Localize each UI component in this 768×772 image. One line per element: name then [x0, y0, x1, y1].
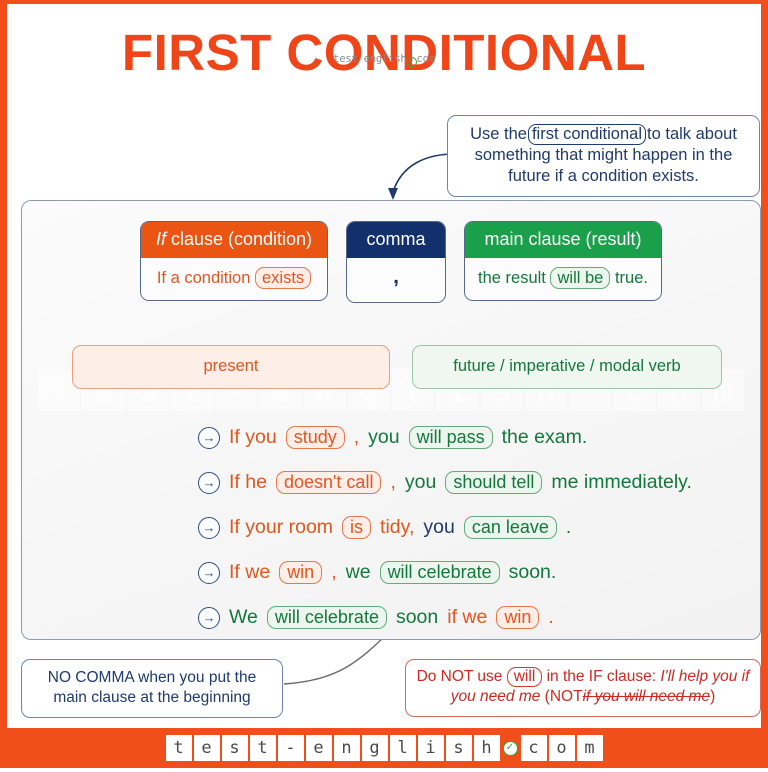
circle-arrow-right-icon: → — [198, 561, 220, 584]
callout-definition: Use the first conditional to talk about so… — [447, 115, 760, 198]
example-pill-condition: study — [285, 425, 345, 450]
if-clause-box: If clause (condition) If a condition exi… — [140, 221, 328, 302]
example-pill-condition: win — [496, 605, 540, 630]
example-pill-result: will celebrate — [379, 560, 500, 585]
example-text: you — [423, 516, 455, 538]
example-row: → If your room is tidy, you can leave. — [22, 505, 760, 550]
example-pill-result: should tell — [445, 470, 543, 495]
structure-row: If clause (condition) If a condition exi… — [140, 221, 662, 303]
tense-future-box: future / imperative / modal verb — [412, 345, 722, 389]
footer-letter-tile: e — [193, 735, 220, 761]
example-text: tidy, — [380, 516, 415, 538]
main-clause-verb-pill: will be — [550, 267, 611, 290]
example-text: , — [353, 426, 360, 448]
example-text: , — [390, 471, 396, 493]
comma-header: comma — [347, 222, 445, 258]
example-text: . — [548, 606, 554, 628]
circle-arrow-right-icon: → — [198, 426, 220, 449]
if-clause-header-rest: clause (condition) — [165, 229, 313, 249]
note-right-part1: Do NOT use — [416, 668, 503, 685]
footer-letter-tile: h — [473, 735, 500, 761]
main-clause-body-post: true. — [614, 269, 648, 287]
footer-letter-tile: n — [333, 735, 360, 761]
example-text: the exam. — [501, 426, 588, 448]
example-text: you — [368, 426, 400, 448]
example-pill-result: will celebrate — [266, 605, 387, 630]
infographic-poster: FIRST CONDITIONAL test-english ✓ com Use t… — [0, 0, 768, 768]
main-clause-box: main clause (result) the result will be … — [464, 221, 662, 302]
example-row: → If he doesn't call, you should tell me imme… — [22, 460, 760, 505]
example-text: If we — [229, 561, 271, 583]
circle-arrow-right-icon: → — [198, 471, 220, 494]
title-watermark: test-english ✓ com — [7, 53, 761, 67]
if-clause-body-text: If a condition — [156, 269, 251, 287]
main-clause-header: main clause (result) — [465, 222, 661, 258]
example-row: → We will celebrate soon if we win. — [22, 595, 760, 640]
footer-letter-tile: t — [165, 735, 192, 761]
main-clause-body-pre: the result — [478, 269, 546, 287]
example-text: , — [331, 561, 337, 583]
example-pill-condition: is — [342, 515, 372, 540]
comma-glyph: , — [347, 258, 445, 302]
main-panel: t e s t - e n g l i s h c o m If clause … — [21, 200, 761, 640]
example-text: we — [345, 561, 371, 583]
tense-row: present future / imperative / modal verb — [72, 345, 722, 389]
footer-letter-tile: g — [361, 735, 388, 761]
if-clause-verb-pill: exists — [254, 267, 312, 290]
example-pill-condition: doesn't call — [275, 470, 382, 495]
example-row: → If we win, we will celebrate soon. — [22, 550, 760, 595]
if-clause-header: If clause (condition) — [141, 222, 327, 258]
note-right-pill-will: will — [506, 667, 543, 687]
footer-letter-tile: t — [249, 735, 276, 761]
note-right-part2: in the IF clause: — [546, 668, 656, 685]
if-clause-header-italic: If — [155, 229, 166, 249]
example-pill-result: can leave — [463, 515, 557, 540]
circle-arrow-right-icon: → — [198, 606, 220, 629]
note-right-part3: (NOT — [544, 688, 583, 706]
check-badge-icon: ✓ — [406, 57, 417, 67]
footer-letter-tile: - — [277, 735, 304, 761]
note-no-comma: NO COMMA when you put the main clause at… — [21, 659, 283, 719]
example-text: soon — [395, 606, 439, 628]
footer-letter-tile: o — [548, 735, 575, 761]
title-watermark-right: com — [416, 53, 436, 65]
callout-text-part1: Use the — [470, 125, 527, 143]
title-watermark-left: test-english — [333, 53, 407, 65]
examples-list: → If you study, you will pass the exam. → If he… — [22, 415, 760, 640]
footer-letter-tile: s — [445, 735, 472, 761]
note-do-not-use-will: Do NOT use will in the IF clause: I'll h… — [405, 659, 761, 717]
example-text: If your room — [229, 516, 334, 538]
example-text: . — [565, 516, 572, 538]
footer-bar: t e s t - e n g l i s h ✓ c o m — [0, 728, 768, 768]
note-right-strikethrough: if you will need me — [582, 688, 711, 706]
footer-brand: t e s t - e n g l i s h ✓ c o m — [165, 735, 603, 761]
example-text: If you — [229, 426, 277, 448]
example-text: We — [229, 606, 258, 628]
example-text: soon. — [508, 561, 557, 583]
footer-letter-tile: s — [221, 735, 248, 761]
example-text: If he — [229, 471, 267, 493]
footer-letter-tile: i — [417, 735, 444, 761]
callout-highlight-first-conditional: first conditional — [527, 124, 647, 145]
main-clause-body: the result will be true. — [465, 258, 661, 301]
example-pill-condition: win — [279, 560, 323, 585]
check-badge-icon: ✓ — [502, 740, 518, 756]
comma-box: comma , — [346, 221, 446, 303]
example-text: if we — [447, 606, 488, 628]
if-clause-body: If a condition exists — [141, 258, 327, 301]
circle-arrow-right-icon: → — [198, 516, 220, 539]
example-pill-result: will pass — [408, 425, 493, 450]
footer-letter-tile: e — [305, 735, 332, 761]
example-text: you — [404, 471, 437, 493]
note-right-part4: ) — [710, 688, 716, 706]
example-text: me immediately. — [551, 471, 692, 493]
footer-letter-tile: c — [520, 735, 547, 761]
footer-letter-tile: m — [576, 735, 603, 761]
example-row: → If you study, you will pass the exam. — [22, 415, 760, 460]
footer-letter-tile: l — [389, 735, 416, 761]
tense-present-box: present — [72, 345, 390, 389]
